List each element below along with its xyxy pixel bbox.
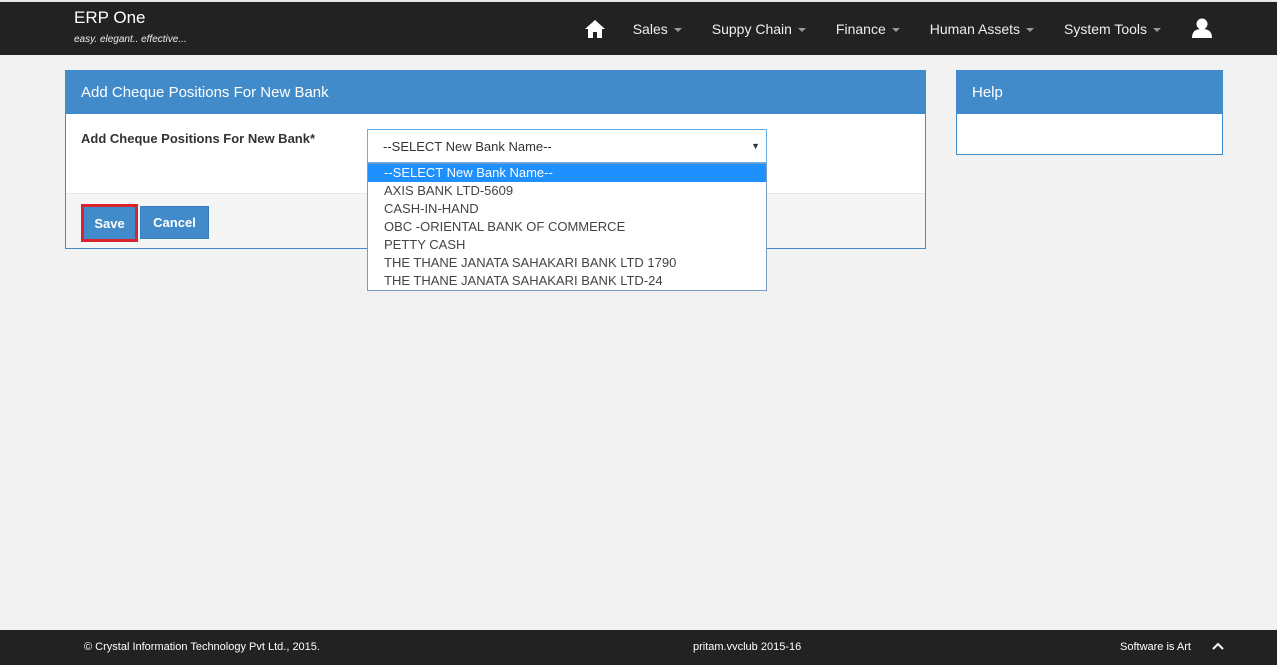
help-panel: Help	[956, 70, 1223, 155]
nav-supply-chain[interactable]: Suppy Chain	[712, 21, 806, 37]
home-icon[interactable]	[583, 17, 607, 41]
option-select-placeholder[interactable]: --SELECT New Bank Name--	[368, 164, 766, 182]
option-petty-cash[interactable]: PETTY CASH	[368, 236, 766, 254]
dropdown-arrow-icon: ▼	[751, 141, 760, 151]
brand-title: ERP One	[74, 8, 146, 27]
caret-down-icon	[1153, 27, 1161, 32]
bank-field-label: Add Cheque Positions For New Bank*	[81, 131, 316, 146]
option-obc[interactable]: OBC -ORIENTAL BANK OF COMMERCE	[368, 218, 766, 236]
nav-finance-label: Finance	[835, 20, 886, 37]
caret-down-icon	[673, 27, 682, 32]
main-nav: Sales Suppy Chain Finance Human Assets S…	[583, 2, 1215, 55]
nav-system-tools-label: System Tools	[1064, 20, 1147, 37]
user-icon[interactable]	[1191, 17, 1215, 41]
chevron-up-icon[interactable]	[1211, 639, 1225, 653]
footer-session: pritam.vvclub 2015-16	[693, 641, 802, 653]
footer-copyright: © Crystal Information Technology Pvt Ltd…	[84, 641, 320, 653]
nav-sales-label: Sales	[632, 20, 668, 37]
cancel-button[interactable]: Cancel	[140, 206, 209, 239]
brand[interactable]: ERP One easy. elegant.. effective...	[74, 8, 187, 45]
caret-down-icon	[797, 27, 806, 32]
option-axis-bank[interactable]: AXIS BANK LTD-5609	[368, 182, 766, 200]
option-cash-in-hand[interactable]: CASH-IN-HAND	[368, 200, 766, 218]
caret-down-icon	[891, 27, 900, 32]
panel-title: Add Cheque Positions For New Bank	[66, 71, 925, 114]
nav-finance[interactable]: Finance	[836, 21, 900, 37]
bank-name-select[interactable]: --SELECT New Bank Name-- ▼	[367, 129, 767, 163]
save-button[interactable]: Save	[81, 204, 138, 242]
nav-supply-chain-label: Suppy Chain	[711, 20, 792, 37]
caret-down-icon	[1026, 27, 1034, 32]
bank-select-value: --SELECT New Bank Name--	[383, 139, 552, 154]
footer-slogan: Software is Art	[1120, 641, 1191, 653]
page-footer: © Crystal Information Technology Pvt Ltd…	[0, 630, 1277, 665]
option-thane-janata-24[interactable]: THE THANE JANATA SAHAKARI BANK LTD-24	[368, 272, 766, 290]
nav-sales[interactable]: Sales	[633, 21, 682, 37]
nav-human-assets[interactable]: Human Assets	[930, 21, 1034, 37]
top-navbar: ERP One easy. elegant.. effective... Sal…	[0, 0, 1277, 55]
nav-system-tools[interactable]: System Tools	[1064, 21, 1161, 37]
option-thane-janata-1790[interactable]: THE THANE JANATA SAHAKARI BANK LTD 1790	[368, 254, 766, 272]
nav-human-assets-label: Human Assets	[929, 20, 1020, 37]
bank-options-list: --SELECT New Bank Name-- AXIS BANK LTD-5…	[367, 163, 767, 291]
brand-tagline: easy. elegant.. effective...	[74, 34, 187, 45]
help-title: Help	[957, 71, 1222, 114]
